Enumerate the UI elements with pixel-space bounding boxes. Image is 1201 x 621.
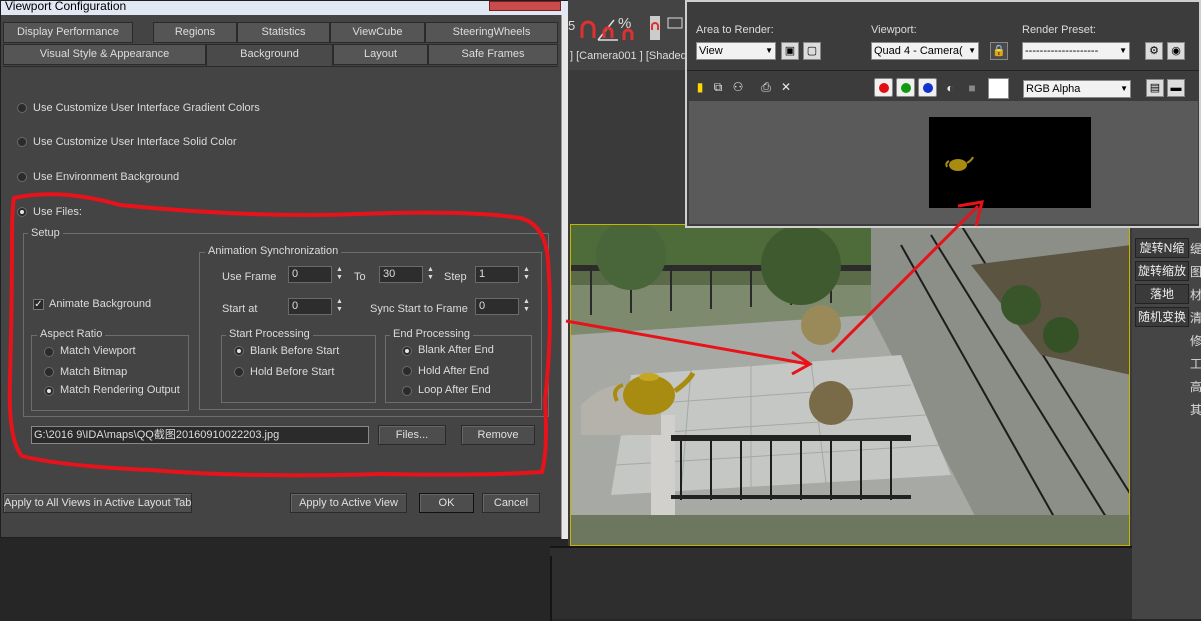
- annotation-overlay: [7, 192, 985, 478]
- annotation-arrow-to-render: [830, 200, 985, 354]
- annotation-arrow-to-viewport: [565, 319, 813, 376]
- highlight-outline: [7, 192, 552, 478]
